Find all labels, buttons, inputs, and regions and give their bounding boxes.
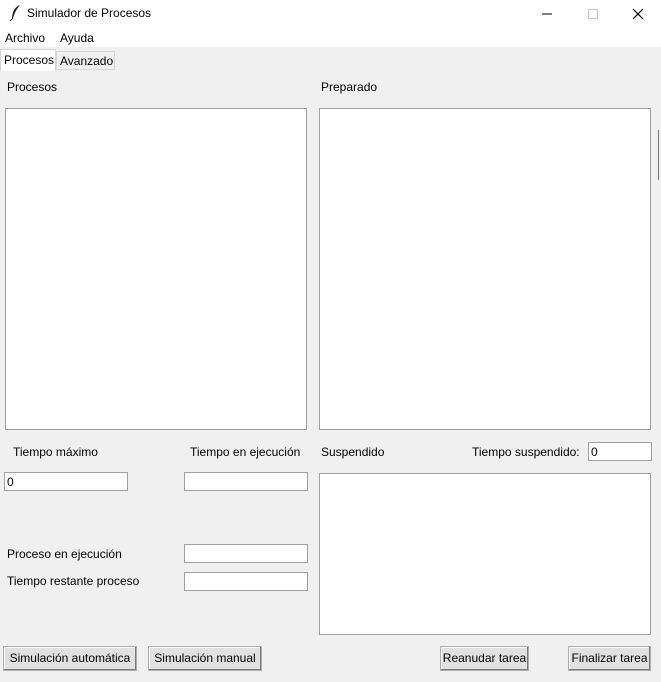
close-icon (632, 8, 644, 20)
tab-procesos-label: Procesos (4, 53, 55, 67)
reanudar-tarea-button[interactable]: Reanudar tarea (440, 646, 529, 671)
minimize-icon (542, 13, 552, 15)
simulacion-manual-button[interactable]: Simulación manual (148, 646, 262, 671)
close-button[interactable] (615, 0, 661, 27)
preparado-listbox[interactable] (319, 108, 651, 430)
procesos-listbox[interactable] (5, 108, 307, 430)
proceso-ejecucion-label: Proceso en ejecución (7, 547, 122, 561)
tiempo-restante-input[interactable] (184, 572, 308, 591)
tab-avanzado[interactable]: Avanzado (56, 51, 115, 70)
tiempo-suspendido-label: Tiempo suspendido: (472, 445, 580, 459)
suspendido-label: Suspendido (321, 445, 385, 459)
minimize-button[interactable] (524, 0, 570, 27)
tiempo-maximo-label: Tiempo máximo (13, 445, 98, 459)
proceso-ejecucion-input[interactable] (184, 544, 308, 563)
window-title: Simulador de Procesos (27, 6, 152, 20)
tiempo-suspendido-input[interactable] (588, 442, 652, 461)
title-bar: Simulador de Procesos (0, 0, 661, 27)
tiempo-restante-label: Tiempo restante proceso (7, 574, 140, 588)
maximize-button[interactable] (570, 0, 616, 27)
feather-icon (9, 5, 20, 22)
tiempo-ejecucion-input[interactable] (184, 472, 308, 491)
finalizar-tarea-button[interactable]: Finalizar tarea (568, 646, 651, 671)
tab-procesos[interactable]: Procesos (0, 49, 56, 71)
simulacion-automatica-button[interactable]: Simulación automática (3, 646, 137, 671)
menu-ayuda[interactable]: Ayuda (60, 31, 94, 45)
window-edge (658, 130, 659, 180)
tab-avanzado-label: Avanzado (60, 54, 114, 68)
preparado-label: Preparado (321, 80, 378, 94)
tiempo-ejecucion-label: Tiempo en ejecución (190, 445, 301, 459)
maximize-icon (588, 9, 598, 19)
tiempo-maximo-input[interactable] (4, 472, 128, 491)
menu-archivo[interactable]: Archivo (5, 31, 45, 45)
suspendido-listbox[interactable] (319, 473, 651, 635)
menu-bar: Archivo Ayuda (0, 27, 661, 47)
procesos-label: Procesos (7, 80, 58, 94)
